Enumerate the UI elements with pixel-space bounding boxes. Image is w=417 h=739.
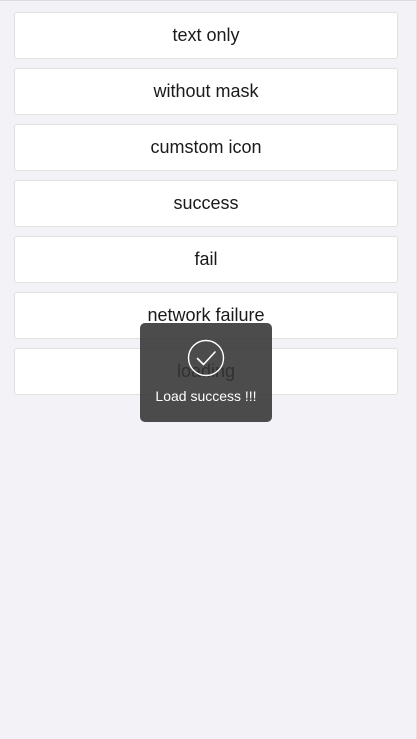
success-toast: Load success !!! [140,323,272,422]
success-button[interactable]: success [14,180,398,227]
fail-button[interactable]: fail [14,236,398,283]
toast-message: Load success !!! [155,388,257,404]
custom-icon-button[interactable]: cumstom icon [14,124,398,171]
without-mask-button[interactable]: without mask [14,68,398,115]
checkmark-circle-icon [187,339,225,377]
text-only-button[interactable]: text only [14,12,398,59]
